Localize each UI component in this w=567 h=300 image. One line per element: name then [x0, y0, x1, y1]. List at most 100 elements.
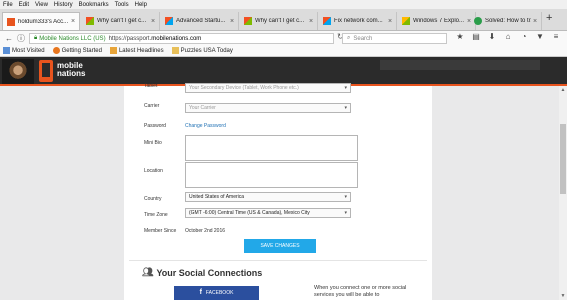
- menu-view[interactable]: View: [35, 2, 48, 8]
- tab-why-cant-1[interactable]: Why can't I get c... ×: [82, 12, 160, 30]
- bookmark-star-icon[interactable]: ★: [452, 32, 468, 41]
- reading-list-icon[interactable]: ▤: [468, 32, 484, 41]
- site-header: mobile nations: [0, 57, 567, 86]
- tab-bar: holdum333's Acc... × Why can't I get c..…: [0, 9, 567, 31]
- tab-title: Fix network com...: [334, 18, 383, 24]
- social-connections-heading: 👥︎ Your Social Connections: [142, 267, 262, 278]
- folder-icon: [109, 47, 117, 54]
- url-bar[interactable]: 🔒︎ Mobile Nations LLC (US) https://passp…: [29, 33, 334, 44]
- tab-title: holdum333's Acc...: [18, 18, 69, 25]
- close-tab-icon[interactable]: ×: [69, 18, 77, 25]
- download-icon[interactable]: ⬇: [484, 32, 500, 41]
- password-label: Password: [144, 123, 166, 129]
- close-tab-icon[interactable]: ×: [228, 18, 236, 25]
- mini-bio-label: Mini Bio: [144, 140, 162, 146]
- country-label: Country: [144, 196, 162, 202]
- country-select[interactable]: United States of America ▾: [185, 192, 351, 202]
- close-tab-icon[interactable]: ×: [531, 18, 539, 25]
- search-icon: ⌕: [347, 35, 351, 41]
- bookmark-latest-headlines[interactable]: Latest Headlines: [109, 47, 164, 54]
- tab-account[interactable]: holdum333's Acc... ×: [2, 12, 80, 30]
- mobile-nations-favicon-icon: [7, 17, 15, 26]
- time-zone-select[interactable]: (GMT -6:00) Central Time (US & Canada), …: [185, 208, 351, 218]
- windows-favicon-icon: [244, 17, 252, 25]
- save-changes-button[interactable]: SAVE CHANGES: [244, 239, 316, 253]
- close-tab-icon[interactable]: ×: [149, 18, 157, 25]
- menu-file[interactable]: File: [3, 2, 13, 8]
- solved-favicon-icon: [474, 17, 482, 25]
- bookmark-label: Puzzles USA Today: [180, 47, 233, 54]
- search-placeholder: Search: [353, 35, 373, 42]
- tablet-select[interactable]: Your Secondary Device (Tablet, Work Phon…: [185, 83, 351, 93]
- member-since-label: Member Since: [144, 228, 177, 234]
- lock-icon: 🔒︎: [34, 35, 38, 41]
- url-text: https://passport.mobilenations.com: [108, 35, 202, 42]
- bookmark-getting-started[interactable]: Getting Started: [52, 47, 102, 54]
- menu-help[interactable]: Help: [135, 2, 147, 8]
- carrier-select[interactable]: Your Carrier ▾: [185, 103, 351, 113]
- windows-favicon-icon: [402, 17, 410, 25]
- navigation-bar: ← ⓘ 🔒︎ Mobile Nations LLC (US) https://p…: [0, 31, 567, 45]
- tab-title: Why can't I get c...: [97, 18, 147, 24]
- header-banner: [380, 60, 540, 70]
- menu-bookmarks[interactable]: Bookmarks: [79, 2, 109, 8]
- scroll-down-icon[interactable]: ▼: [559, 293, 567, 299]
- bookmark-label: Getting Started: [61, 47, 102, 54]
- windows-favicon-icon: [323, 17, 331, 25]
- page-scrollbar[interactable]: ▲ ▼: [559, 86, 567, 300]
- tab-advanced-startup[interactable]: Advanced Startu... ×: [161, 12, 239, 30]
- divider: [129, 260, 427, 261]
- chevron-down-icon: ▾: [344, 85, 347, 91]
- close-tab-icon[interactable]: ×: [307, 18, 315, 25]
- bookmark-most-visited[interactable]: Most Visited: [3, 47, 45, 54]
- tab-title: Solved: How to tr...: [485, 18, 531, 24]
- social-title-text: Your Social Connections: [156, 267, 263, 278]
- menu-bar: File Edit View History Bookmarks Tools H…: [0, 0, 567, 9]
- facebook-connect-button[interactable]: f FACEBOOK: [174, 286, 259, 300]
- avatar[interactable]: [2, 59, 34, 84]
- new-tab-button[interactable]: +: [546, 12, 552, 24]
- menu-icon[interactable]: ≡: [548, 32, 564, 41]
- firefox-icon: [52, 47, 60, 54]
- windows-favicon-icon: [86, 17, 94, 25]
- tab-title: Advanced Startu...: [176, 18, 226, 24]
- chevron-down-icon: ▾: [344, 210, 347, 216]
- site-logo[interactable]: mobile nations: [57, 62, 85, 78]
- tab-title: Why can't I get c...: [255, 18, 305, 24]
- shield-icon[interactable]: ▼: [532, 32, 548, 41]
- location-textarea[interactable]: [185, 162, 358, 188]
- location-label: Location: [144, 168, 163, 174]
- tablet-label: Tablet: [144, 83, 158, 89]
- users-icon: 👥︎: [142, 267, 154, 277]
- chevron-down-icon: ▾: [344, 194, 347, 200]
- chevron-down-icon: ▾: [344, 105, 347, 111]
- tab-why-cant-2[interactable]: Why can't I get c... ×: [240, 12, 318, 30]
- bookmark-puzzles[interactable]: Puzzles USA Today: [171, 47, 233, 54]
- scroll-up-icon[interactable]: ▲: [559, 87, 567, 93]
- mini-bio-textarea[interactable]: [185, 135, 358, 161]
- tab-solved[interactable]: Solved: How to tr... ×: [470, 12, 542, 30]
- back-icon[interactable]: ←: [3, 34, 15, 43]
- facebook-icon: f: [199, 289, 202, 296]
- time-zone-label: Time Zone: [144, 212, 168, 218]
- toolbar-icons: ★ ▤ ⬇ ⌂ ◔ ▼ ≡: [452, 32, 564, 41]
- site-identity: Mobile Nations LLC (US): [39, 35, 106, 42]
- pocket-icon[interactable]: ◔: [516, 32, 532, 41]
- tab-windows-7[interactable]: Windows 7 Explo... ×: [398, 12, 476, 30]
- tab-fix-network[interactable]: Fix network com... ×: [319, 12, 397, 30]
- change-password-link[interactable]: Change Password: [185, 123, 226, 129]
- close-tab-icon[interactable]: ×: [386, 18, 394, 25]
- info-icon[interactable]: ⓘ: [15, 33, 27, 44]
- facebook-label: FACEBOOK: [205, 290, 234, 296]
- menu-edit[interactable]: Edit: [19, 2, 29, 8]
- search-input[interactable]: ⌕ Search: [342, 33, 447, 44]
- scrollbar-thumb[interactable]: [560, 124, 566, 194]
- menu-history[interactable]: History: [54, 2, 73, 8]
- home-icon[interactable]: ⌂: [500, 32, 516, 41]
- account-form: Tablet Your Secondary Device (Tablet, Wo…: [124, 83, 432, 300]
- menu-tools[interactable]: Tools: [115, 2, 129, 8]
- carrier-label: Carrier: [144, 103, 160, 109]
- member-since-value: October 2nd 2016: [185, 228, 226, 234]
- social-description: When you connect one or more social serv…: [314, 285, 407, 298]
- mobile-nations-logo-icon[interactable]: [39, 60, 53, 82]
